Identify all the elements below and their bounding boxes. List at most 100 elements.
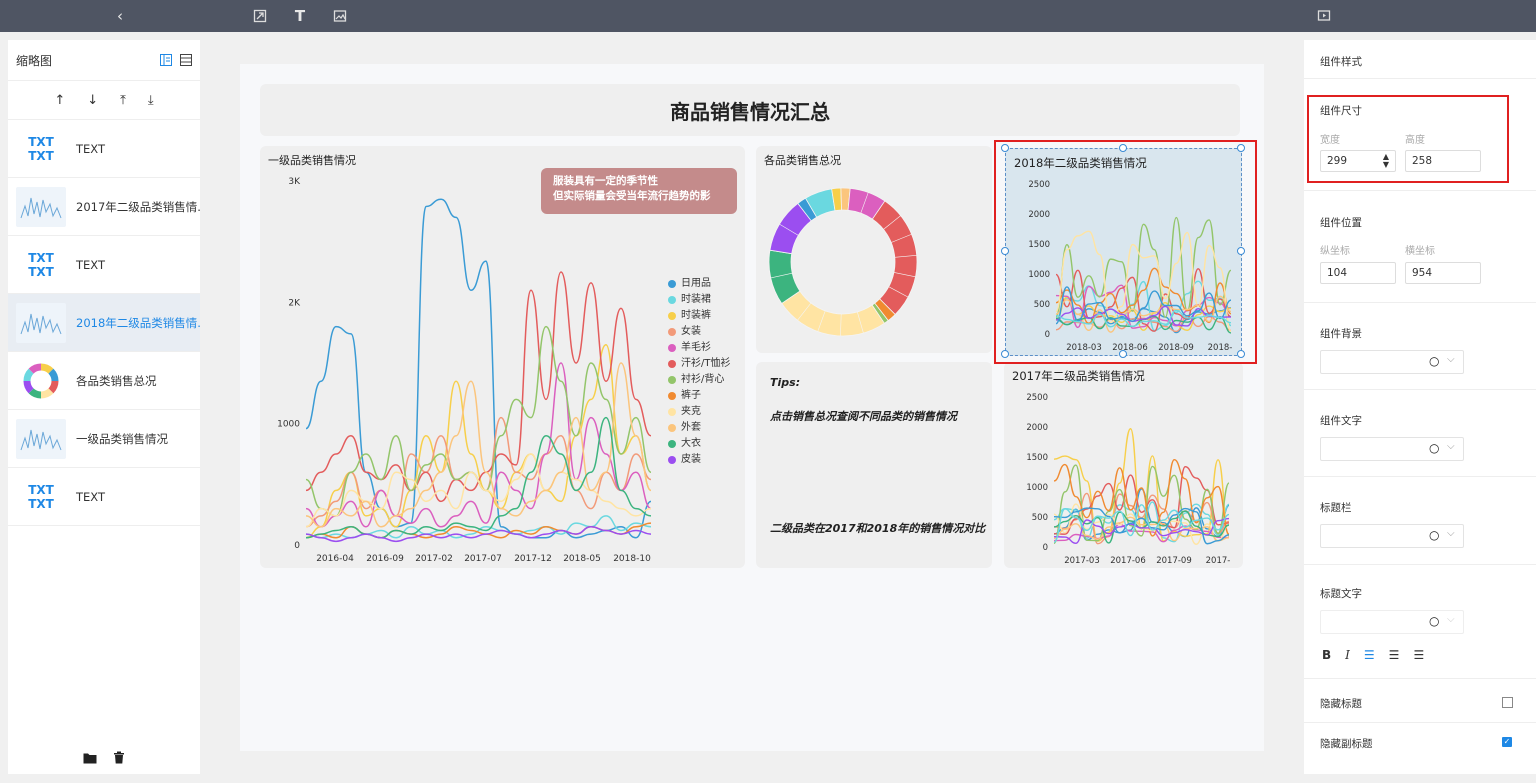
trash-icon[interactable]: [113, 749, 125, 768]
title-text-section: 标题文字 ○ ⌵ B I ☰ ☰ ☰: [1304, 564, 1536, 679]
main-line-chart-card[interactable]: 一级品类销售情况 服装具有一定的季节性 但实际销量会受当年流行趋势的影 3K 2K…: [260, 146, 745, 568]
x-tick-label: 2018-10: [613, 554, 651, 564]
legend-item[interactable]: 皮装: [668, 452, 730, 468]
thumbnail-label: TEXT: [76, 141, 105, 156]
legend-item[interactable]: 夹克: [668, 404, 730, 420]
legend-dot: [668, 408, 676, 416]
tips-card[interactable]: Tips: 点击销售总况查阅不同品类的销售情况 二级品类在2017和2018年的…: [756, 362, 992, 568]
back-icon[interactable]: ‹: [111, 7, 129, 25]
donut-chart: [768, 187, 918, 337]
image-icon[interactable]: [331, 7, 349, 25]
legend-dot: [668, 280, 676, 288]
legend-dot: [668, 424, 676, 432]
thumbnail-item[interactable]: 各品类销售总况: [8, 352, 200, 410]
chevron-down-icon: ⌵: [1447, 614, 1455, 625]
legend-item[interactable]: 女装: [668, 324, 730, 340]
legend-item[interactable]: 日用品: [668, 276, 730, 292]
background-color-picker[interactable]: ○ ⌵: [1320, 350, 1464, 374]
text-thumbnail-icon: TXT TXT: [16, 128, 66, 169]
folder-icon[interactable]: [83, 749, 97, 768]
align-center-icon[interactable]: ☰: [1389, 648, 1400, 662]
export-icon[interactable]: [251, 7, 269, 25]
italic-icon[interactable]: I: [1345, 648, 1350, 662]
bold-icon[interactable]: B: [1322, 648, 1331, 662]
legend-dot: [668, 360, 676, 368]
circle-icon: ○: [1429, 528, 1440, 542]
legend-item[interactable]: 裤子: [668, 388, 730, 404]
thumbnail-label: 一级品类销售情况: [76, 431, 168, 446]
titlebar-label: 标题栏: [1320, 502, 1352, 514]
donut-chart-card[interactable]: 各品类销售总况: [756, 146, 992, 353]
tips-title: Tips:: [770, 376, 801, 389]
line-thumbnail-icon: [16, 186, 66, 227]
thumbnail-panel: 缩略图 ↑ ↓ ⤒ ⤓ TXT TXT TEXT 2017年二级品类销售情... TXT…: [8, 40, 200, 774]
x-tick-label: 2017-: [1206, 556, 1231, 566]
main-chart-legend: 日用品时装裙 时装裤 女装 羊毛衫 汗衫/T恤衫 衬衫/背心 裤子 夹克 外套大衣皮装: [668, 276, 730, 468]
x-coord-value: 954: [1412, 267, 1433, 279]
x-tick-label: 2017-06: [1110, 556, 1146, 566]
y-coord-label: 纵坐标: [1320, 246, 1350, 257]
hide-subtitle-row: 隐藏副标题 ✓: [1304, 722, 1536, 766]
hide-title-checkbox[interactable]: [1502, 697, 1513, 708]
y-tick-label: 2500: [1026, 393, 1048, 403]
move-bottom-icon[interactable]: ⤓: [148, 93, 154, 108]
circle-icon: ○: [1429, 441, 1440, 455]
background-label: 组件背景: [1320, 328, 1362, 340]
list-view-icon[interactable]: [180, 54, 192, 66]
thumbnail-item[interactable]: TXT TXT TEXT: [8, 468, 200, 526]
y-tick-label: 0: [1043, 543, 1048, 553]
legend-item[interactable]: 汗衫/T恤衫: [668, 356, 730, 372]
thumbnail-label: 各品类销售总况: [76, 373, 157, 388]
size-highlight: [1307, 95, 1509, 183]
title-text-label: 标题文字: [1320, 588, 1362, 600]
align-left-icon[interactable]: ☰: [1364, 648, 1375, 662]
tips-line-2: 二级品类在2017和2018年的销售情况对比: [770, 522, 986, 535]
hide-title-row: 隐藏标题: [1304, 678, 1536, 723]
y-coord-field[interactable]: 104: [1320, 262, 1396, 284]
style-header: 组件样式: [1304, 40, 1536, 79]
tips-line-1: 点击销售总况查阅不同品类的销售情况: [770, 410, 957, 423]
donut-slice[interactable]: [781, 290, 885, 337]
y-tick-label: 1500: [1026, 453, 1048, 463]
dashboard-title[interactable]: 商品销售情况汇总: [260, 84, 1240, 136]
thumbnail-item[interactable]: 一级品类销售情况: [8, 410, 200, 468]
move-up-icon[interactable]: ↑: [54, 93, 65, 108]
legend-item[interactable]: 时装裙: [668, 292, 730, 308]
legend-dot: [668, 376, 676, 384]
line-thumbnail-icon: [16, 418, 66, 459]
text-color-picker[interactable]: ○ ⌵: [1320, 437, 1464, 461]
thumbnail-item[interactable]: 2017年二级品类销售情...: [8, 178, 200, 236]
titlebar-color-picker[interactable]: ○ ⌵: [1320, 524, 1464, 548]
donut-slice[interactable]: [871, 200, 918, 316]
move-top-icon[interactable]: ⤒: [120, 93, 126, 108]
thumbnail-item[interactable]: 2018年二级品类销售情...: [8, 294, 200, 352]
text-label: 组件文字: [1320, 415, 1362, 427]
text-icon[interactable]: T: [291, 7, 309, 25]
legend-item[interactable]: 衬衫/背心: [668, 372, 730, 388]
card-view-icon[interactable]: [160, 54, 172, 66]
legend-label: 大衣: [681, 438, 701, 449]
x-coord-field[interactable]: 954: [1405, 262, 1481, 284]
legend-item[interactable]: 时装裤: [668, 308, 730, 324]
thumbnail-list: TXT TXT TEXT 2017年二级品类销售情... TXT TXT TEXT 2018年…: [8, 120, 200, 526]
legend-item[interactable]: 外套: [668, 420, 730, 436]
legend-item[interactable]: 大衣: [668, 436, 730, 452]
align-right-icon[interactable]: ☰: [1413, 648, 1424, 662]
chart-2017-card[interactable]: 2017年二级品类销售情况 2500 2000 1500 1000 500 0 2017-0…: [1004, 362, 1243, 568]
thumbnail-item[interactable]: TXT TXT TEXT: [8, 236, 200, 294]
preview-icon[interactable]: [1315, 7, 1333, 25]
hide-subtitle-label: 隐藏副标题: [1320, 738, 1373, 750]
legend-label: 日用品: [681, 278, 711, 289]
x-tick-label: 2017-12: [514, 554, 552, 564]
y-tick-label: 0: [294, 541, 300, 551]
circle-icon: ○: [1429, 354, 1440, 368]
hide-subtitle-checkbox[interactable]: ✓: [1502, 737, 1512, 747]
title-text-color-picker[interactable]: ○ ⌵: [1320, 610, 1464, 634]
circle-icon: ○: [1429, 614, 1440, 628]
thumbnail-item[interactable]: TXT TXT TEXT: [8, 120, 200, 178]
legend-dot: [668, 440, 676, 448]
y-tick-label: 1000: [277, 420, 300, 430]
legend-item[interactable]: 羊毛衫: [668, 340, 730, 356]
thumbnail-label: 2018年二级品类销售情...: [76, 315, 200, 330]
move-down-icon[interactable]: ↓: [87, 93, 98, 108]
